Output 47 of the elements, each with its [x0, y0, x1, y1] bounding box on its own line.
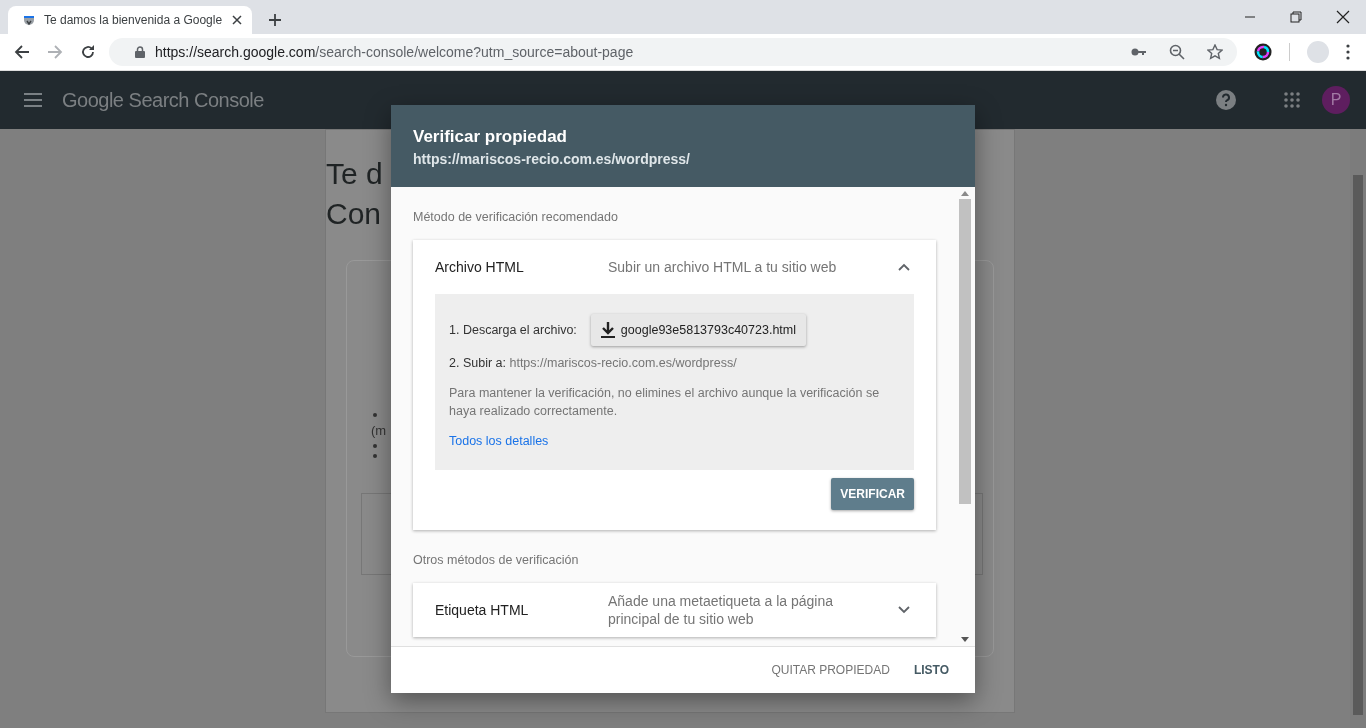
- step-text: 1. Descarga el archivo:: [449, 323, 577, 337]
- page-heading: Te d: [326, 156, 384, 192]
- list-text: (m: [371, 423, 387, 438]
- tab-title: Te damos la bienvenida a Google: [44, 13, 224, 27]
- note-text: Para mantener la verificación, no elimines el archivo aunque la verificación se haya realizado correctamente.: [449, 385, 881, 420]
- close-icon[interactable]: [1336, 10, 1350, 24]
- scroll-up-icon[interactable]: [961, 191, 969, 196]
- method-description: Añade una metaetiqueta a la página principal de tu sitio web: [608, 592, 834, 628]
- download-icon: [600, 322, 615, 338]
- key-icon[interactable]: [1131, 47, 1147, 57]
- scrollbar-thumb[interactable]: [959, 199, 971, 504]
- method-name: Etiqueta HTML: [435, 602, 530, 618]
- step-text: 2. Subir a: https://mariscos-recio.com.es/wordpress/: [449, 356, 738, 370]
- extension-icon[interactable]: [1254, 43, 1272, 61]
- section-label: Otros métodos de verificación: [413, 553, 580, 567]
- reload-icon[interactable]: [80, 44, 96, 60]
- app-logo: Google Search Console: [62, 88, 264, 112]
- star-icon[interactable]: [1207, 44, 1223, 60]
- page-heading: Con: [326, 196, 383, 232]
- apps-icon[interactable]: [1284, 92, 1300, 108]
- dialog-subtitle: https://mariscos-recio.com.es/wordpress/: [413, 151, 691, 167]
- dialog-title: Verificar propiedad: [413, 127, 568, 147]
- method-description: Subir un archivo HTML a tu sitio web: [608, 258, 838, 276]
- method-name: Archivo HTML: [435, 259, 525, 275]
- close-icon[interactable]: [232, 15, 242, 25]
- lock-icon: [135, 46, 145, 58]
- download-button[interactable]: google93e5813793c40723.html: [590, 314, 806, 346]
- details-link[interactable]: Todos los detalles: [449, 434, 549, 448]
- restore-icon[interactable]: [1290, 11, 1302, 23]
- section-label: Método de verificación recomendado: [413, 210, 619, 224]
- address-bar[interactable]: https://search.google.com/search-console/welcome?utm_source=about-page: [109, 38, 1237, 66]
- verify-button[interactable]: VERIFICAR: [831, 478, 914, 510]
- scrollbar-thumb[interactable]: [1353, 175, 1363, 715]
- url-text: https://search.google.com/search-console/welcome?utm_source=about-page: [155, 44, 634, 60]
- zoom-out-icon[interactable]: [1169, 44, 1185, 60]
- footer-button[interactable]: QUITAR PROPIEDAD: [763, 655, 898, 685]
- help-icon[interactable]: [1216, 90, 1236, 110]
- chevron-up-icon[interactable]: [898, 263, 910, 271]
- favicon-icon: [22, 13, 36, 27]
- menu-icon[interactable]: [24, 93, 42, 107]
- chevron-down-icon[interactable]: [898, 606, 910, 614]
- more-icon[interactable]: [1346, 44, 1350, 60]
- browser-tab[interactable]: Te damos la bienvenida a Google: [8, 6, 252, 34]
- scroll-down-icon[interactable]: [961, 637, 969, 642]
- new-tab-icon[interactable]: [268, 13, 282, 27]
- footer-button[interactable]: LISTO: [905, 655, 957, 685]
- back-icon[interactable]: [14, 44, 30, 60]
